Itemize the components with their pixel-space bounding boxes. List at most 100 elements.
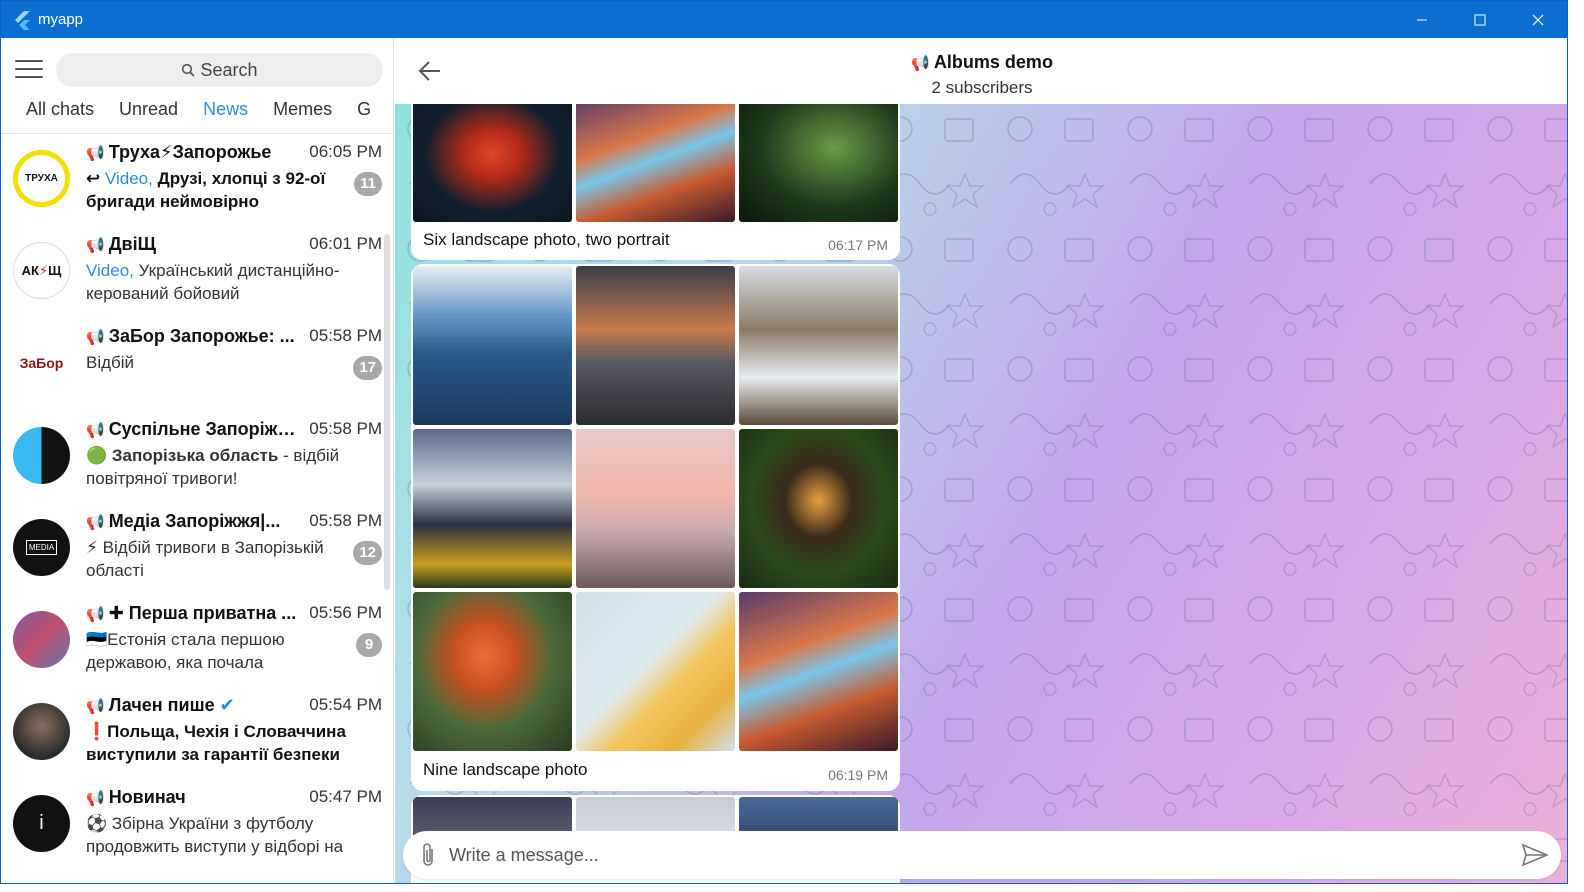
photo-canyon[interactable]	[739, 592, 898, 751]
chat-preview: ⚽ Збірна України з футболу продовжить ви…	[86, 814, 344, 856]
chat-item[interactable]: 📢 Лачен пише ✔ 05:54 PM ❗Польща, Чехія і …	[1, 687, 386, 779]
photo-rocky-coast[interactable]	[576, 266, 735, 425]
megaphone-icon: 📢	[86, 329, 105, 346]
search-placeholder: Search	[200, 59, 258, 80]
photo-tulips[interactable]	[413, 592, 572, 751]
channel-subtitle: 2 subscribers	[931, 78, 1033, 97]
chat-time: 05:47 PM	[309, 787, 382, 806]
avatar	[13, 703, 70, 760]
chat-item[interactable]: i 📢 Новинач 05:47 PM ⚽ Збірна України з ф…	[1, 779, 386, 871]
tab-g[interactable]: G	[332, 96, 371, 132]
window-controls	[1393, 1, 1567, 38]
chat-name: 📢 Труха⚡Запорожье	[86, 142, 272, 162]
photo-yellow-leaves[interactable]	[576, 592, 735, 751]
search-input[interactable]: Search	[56, 53, 383, 87]
megaphone-icon: 📢	[911, 55, 934, 72]
tab-all-chats[interactable]: All chats	[1, 96, 94, 132]
chat-time: 06:05 PM	[309, 142, 382, 161]
chat-time: 05:56 PM	[309, 603, 382, 622]
unread-badge: 11	[354, 172, 382, 196]
message-album[interactable]: Nine landscape photo 06:19 PM	[411, 264, 900, 791]
chat-header: 📢 Albums demo 2 subscribers	[395, 38, 1567, 104]
chat-preview: 🇪🇪Естонія стала першою державою, яка поч…	[86, 630, 285, 672]
chat-name: 📢 Новинач	[86, 787, 186, 807]
chat-list: ТРУХА 📢 Труха⚡Запорожье 06:05 PM ↩ Video,…	[1, 134, 394, 883]
chat-name: 📢 ЗаБор Запорожье: ...	[86, 326, 295, 346]
chat-name: 📢 Медіа Запоріжжя|...	[86, 511, 281, 531]
megaphone-icon: 📢	[86, 422, 105, 439]
photo-butterfly[interactable]	[739, 429, 898, 588]
avatar	[13, 611, 70, 668]
chat-preview: ❗Польща, Чехія і Словаччина виступили за…	[86, 722, 346, 764]
window-title: myapp	[38, 11, 84, 28]
message-album[interactable]: Six landscape photo, two portrait 06:17 …	[411, 104, 900, 260]
app-window: myapp Search All chats Unread News Memes…	[0, 0, 1568, 884]
minimize-icon	[1417, 19, 1427, 20]
unread-badge: 12	[353, 541, 382, 565]
maximize-icon	[1474, 14, 1486, 25]
maximize-button[interactable]	[1451, 1, 1509, 38]
chat-name: 📢 Лачен пише ✔	[86, 695, 235, 715]
exclamation-icon: ❗	[86, 722, 108, 741]
message-input[interactable]	[449, 842, 1449, 868]
chat-name: 📢 ✚ Перша приватна ...	[86, 603, 297, 623]
message-composer	[403, 831, 1561, 879]
megaphone-icon: 📢	[86, 237, 105, 254]
paperclip-icon[interactable]	[417, 842, 439, 868]
lightning-icon: ⚡	[86, 538, 98, 557]
chat-item[interactable]: ЗаБор 📢 ЗаБор Запорожье: ... 05:58 PM Від…	[1, 318, 386, 410]
chat-time: 05:58 PM	[309, 419, 382, 438]
minimize-button[interactable]	[1393, 1, 1451, 38]
photo-snowy-peaks[interactable]	[413, 429, 572, 588]
chat-item[interactable]: 📢 ✚ Перша приватна ... 05:56 PM 🇪🇪Естонія…	[1, 595, 386, 687]
photo-fern[interactable]	[739, 104, 898, 222]
megaphone-icon: 📢	[86, 606, 105, 623]
hamburger-icon[interactable]	[15, 60, 43, 80]
verified-icon: ✔	[219, 695, 235, 715]
channel-title: 📢 Albums demo	[911, 52, 1053, 72]
search-icon	[182, 63, 196, 77]
tab-memes[interactable]: Memes	[248, 96, 332, 132]
chat-time: 05:58 PM	[309, 511, 382, 530]
avatar: АК⚡Щ	[13, 242, 70, 299]
send-icon[interactable]	[1521, 842, 1549, 868]
megaphone-icon: 📢	[86, 698, 105, 715]
chat-preview: Відбій	[86, 353, 135, 372]
photo-mountains[interactable]	[739, 266, 898, 425]
chat-item[interactable]: ТРУХА 📢 Труха⚡Запорожье 06:05 PM ↩ Video,…	[1, 134, 386, 226]
photo-sea-arch[interactable]	[413, 266, 572, 425]
chat-preview: ⚡ Відбій тривоги в Запорізькій області	[86, 538, 324, 580]
chat-name: 📢 ДвіЩ	[86, 234, 156, 254]
photo-canyon[interactable]	[576, 104, 735, 222]
flutter-logo-icon	[12, 10, 32, 30]
photo-tulip[interactable]	[413, 104, 572, 222]
close-icon	[1532, 14, 1544, 25]
message-time: 06:19 PM	[828, 767, 888, 783]
chat-preview: Video, Український дистанційно-керований…	[86, 261, 340, 303]
chat-time: 05:58 PM	[309, 326, 382, 345]
chat-time: 06:01 PM	[309, 234, 382, 253]
estonia-flag-icon: 🇪🇪	[86, 630, 108, 649]
football-icon: ⚽	[86, 814, 108, 833]
close-window-button[interactable]	[1509, 1, 1567, 38]
avatar: i	[13, 795, 70, 852]
message-caption: Nine landscape photo	[423, 760, 588, 779]
title-bar: myapp	[1, 1, 1567, 38]
tab-unread[interactable]: Unread	[94, 96, 178, 132]
chat-item[interactable]: MEDIA 📢 Медіа Запоріжжя|... 05:58 PM ⚡ Ві…	[1, 503, 386, 595]
unread-badge: 17	[353, 356, 382, 380]
tab-news[interactable]: News	[178, 96, 248, 132]
sidebar: Search All chats Unread News Memes G ТРУ…	[1, 38, 394, 883]
chat-time: 05:54 PM	[309, 695, 382, 714]
avatar: ЗаБор	[13, 334, 70, 391]
chat-preview: 🟢 Запорізька область - відбій повітряної…	[86, 446, 340, 488]
chat-preview: ↩ Video, Друзі, хлопці з 92-ої бригади н…	[86, 169, 326, 211]
message-caption: Six landscape photo, two portrait	[423, 230, 670, 249]
plus-icon: ✚	[108, 603, 129, 623]
photo-pier[interactable]	[576, 429, 735, 588]
chat-item[interactable]: АК⚡Щ 📢 ДвіЩ 06:01 PM Video, Український д…	[1, 226, 386, 318]
megaphone-icon: 📢	[86, 790, 105, 807]
reply-icon: ↩	[86, 169, 105, 188]
avatar: MEDIA	[13, 519, 70, 576]
chat-item[interactable]: 📢 Суспільне Запоріжж... 05:58 PM 🟢 Запорі…	[1, 411, 386, 503]
